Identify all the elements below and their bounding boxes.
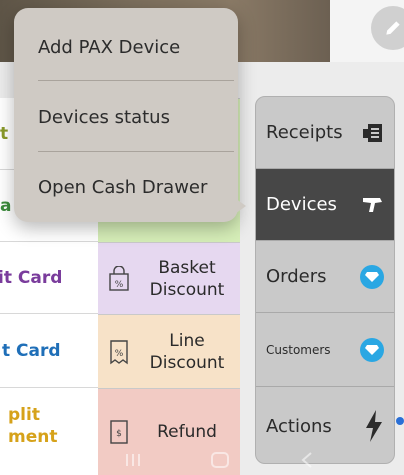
- svg-text:$: $: [116, 429, 122, 439]
- basket-discount-icon: %: [109, 265, 129, 291]
- app-screen: t a it Card t Card plit ment Check % Bas…: [0, 0, 404, 475]
- payment-tile-2-label: a: [0, 195, 12, 216]
- payment-tile-1-label: t: [0, 123, 9, 144]
- side-menu-customers-label: Customers: [266, 342, 331, 357]
- line-discount-tile[interactable]: % Line Discount: [98, 314, 240, 388]
- basket-discount-label: Basket Discount: [149, 257, 225, 300]
- lightning-icon: [366, 410, 382, 442]
- side-menu-orders[interactable]: Orders: [256, 241, 394, 313]
- refund-icon: $: [110, 420, 128, 444]
- popup-pointer: [232, 196, 246, 216]
- devices-popup-menu: Add PAX Device Devices status Open Cash …: [14, 8, 238, 222]
- basket-discount-tile[interactable]: % Basket Discount: [98, 242, 240, 314]
- notification-dot: [396, 417, 404, 425]
- side-menu: Receipts Devices Orders Customers Action…: [255, 96, 395, 464]
- popup-divider: [38, 80, 234, 81]
- refund-label: Refund: [157, 422, 217, 442]
- side-menu-customers[interactable]: Customers: [256, 313, 394, 387]
- svg-text:%: %: [115, 349, 124, 359]
- back-icon[interactable]: [296, 451, 318, 469]
- payment-tile-credit-card[interactable]: it Card: [0, 242, 98, 314]
- pencil-icon: [386, 21, 400, 35]
- side-menu-receipts-label: Receipts: [266, 122, 343, 143]
- side-menu-receipts[interactable]: Receipts: [256, 97, 394, 169]
- open-cash-drawer-item[interactable]: Open Cash Drawer: [38, 172, 228, 202]
- line-discount-icon: %: [110, 339, 128, 364]
- diamond-icon: [360, 337, 384, 362]
- line-discount-label: Line Discount: [149, 330, 225, 373]
- diamond-icon: [360, 264, 384, 289]
- devices-status-item[interactable]: Devices status: [38, 102, 228, 132]
- payment-tile-split-payment[interactable]: plit ment: [0, 388, 98, 464]
- home-icon[interactable]: [209, 451, 231, 469]
- scanner-icon: [363, 197, 382, 212]
- receipt-icon: [363, 123, 382, 142]
- payment-tile-debit-card-label: t Card: [2, 340, 61, 361]
- side-menu-orders-label: Orders: [266, 266, 327, 287]
- side-menu-devices[interactable]: Devices: [256, 169, 394, 241]
- payment-tile-credit-card-label: it Card: [0, 267, 63, 288]
- recent-apps-icon[interactable]: [122, 451, 144, 469]
- payment-tile-split-payment-label: plit ment: [8, 405, 58, 447]
- payment-tile-debit-card[interactable]: t Card: [0, 314, 98, 388]
- side-menu-devices-label: Devices: [266, 194, 337, 215]
- system-nav-bar: [90, 444, 350, 475]
- svg-text:%: %: [115, 280, 124, 290]
- side-menu-actions-label: Actions: [266, 415, 332, 437]
- popup-divider: [38, 151, 234, 152]
- add-pax-device-item[interactable]: Add PAX Device: [38, 32, 228, 62]
